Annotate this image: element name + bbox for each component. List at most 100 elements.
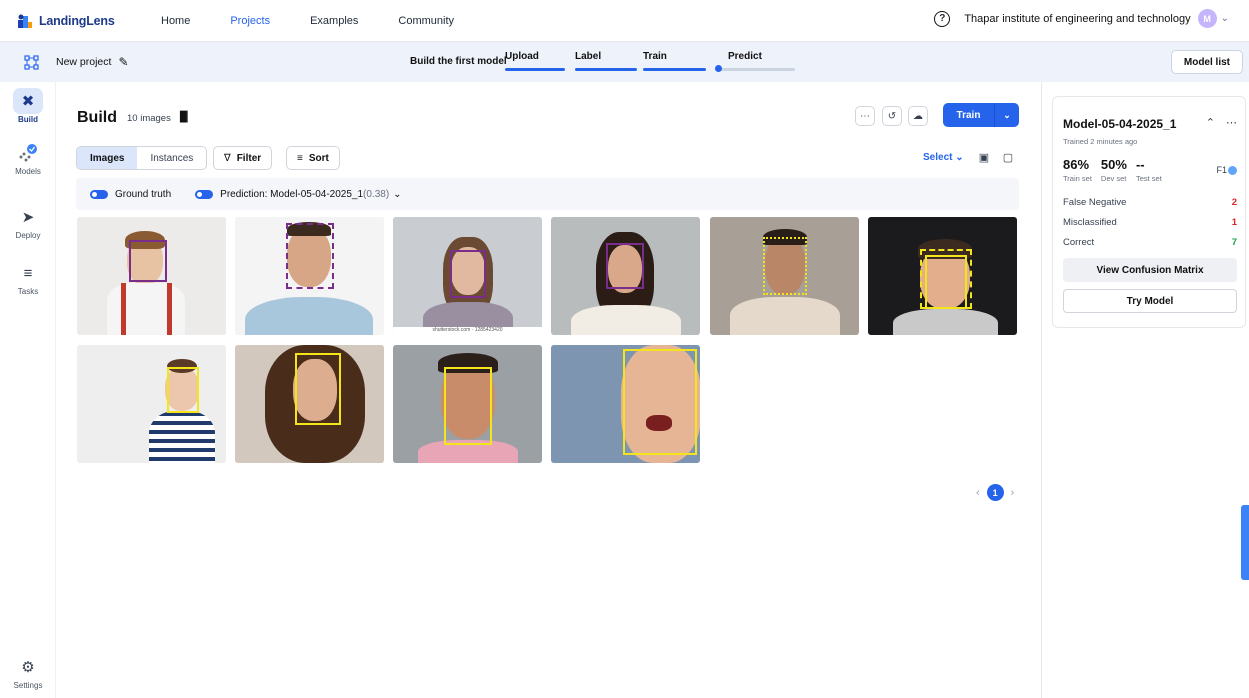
models-icon xyxy=(13,140,43,166)
tab-instances[interactable]: Instances xyxy=(137,147,206,169)
model-list-button[interactable]: Model list xyxy=(1170,50,1243,74)
step-upload-progress xyxy=(505,68,565,71)
current-step-dot xyxy=(715,65,722,72)
nav-home[interactable]: Home xyxy=(161,15,190,27)
sidebar-item-label: Tasks xyxy=(17,287,39,296)
chevron-right-icon[interactable]: › xyxy=(1011,487,1015,499)
sidebar-item-models[interactable]: Models xyxy=(0,140,56,176)
prediction-box xyxy=(167,367,199,413)
chevron-left-icon[interactable]: ‹ xyxy=(976,487,980,499)
model-name[interactable]: Model-05-04-2025_1 xyxy=(1063,117,1176,131)
info-icon[interactable] xyxy=(1228,165,1237,175)
logo-text: LandingLens xyxy=(39,13,115,28)
tab-images[interactable]: Images xyxy=(77,147,138,169)
more-options-icon[interactable]: ⋯ xyxy=(1226,117,1237,129)
tools-icon: ✖ xyxy=(13,88,43,114)
filter-button[interactable]: ∇ Filter xyxy=(213,146,273,170)
trained-time: Trained 2 minutes ago xyxy=(1063,137,1138,146)
rocket-icon: ➤ xyxy=(21,209,35,226)
logo[interactable]: LandingLens xyxy=(16,12,126,30)
toggle-switch[interactable] xyxy=(90,189,108,199)
stat-correct[interactable]: Correct 7 xyxy=(1063,237,1237,248)
page-title: Build xyxy=(77,109,117,126)
image-thumbnail[interactable] xyxy=(710,217,859,335)
step-upload[interactable]: Upload xyxy=(505,51,539,62)
nav-projects[interactable]: Projects xyxy=(230,15,270,27)
watermark-caption: shutterstock.com · 1285423420 xyxy=(393,327,542,335)
sidebar-item-deploy[interactable]: ➤ Deploy xyxy=(0,204,56,240)
more-options-button[interactable]: ⋯ xyxy=(855,106,875,126)
edit-pencil-icon[interactable]: ✎ xyxy=(118,55,128,69)
try-model-button[interactable]: Try Model xyxy=(1063,289,1237,313)
expand-icon[interactable]: ▢ xyxy=(1000,149,1016,165)
chevron-down-icon[interactable]: ⌄ xyxy=(393,189,401,200)
sort-button[interactable]: ≡ Sort xyxy=(286,146,340,170)
image-thumbnail[interactable] xyxy=(77,217,226,335)
image-thumbnail[interactable] xyxy=(235,345,384,463)
nav-community[interactable]: Community xyxy=(398,15,454,27)
nav-examples[interactable]: Examples xyxy=(310,15,358,27)
step-predict-progress xyxy=(715,68,795,71)
project-icon[interactable] xyxy=(24,54,39,70)
train-button-label: Train xyxy=(956,109,981,121)
prediction-toggle[interactable]: Prediction: Model-05-04-2025_1 (0.38) ⌄ xyxy=(195,189,402,200)
train-button[interactable]: Train ⌄ xyxy=(943,103,1019,127)
step-label-progress xyxy=(575,68,637,71)
toggle-switch[interactable] xyxy=(195,189,214,199)
image-thumbnail[interactable] xyxy=(551,217,700,335)
image-thumbnail[interactable] xyxy=(393,345,542,463)
prediction-box xyxy=(623,349,697,455)
tasks-icon: ≡ xyxy=(23,264,33,282)
landinglens-logo-icon xyxy=(18,14,32,28)
chevron-up-icon[interactable]: ⌃ xyxy=(1206,117,1215,129)
sidebar-item-label: Build xyxy=(18,115,38,124)
ground-truth-toggle[interactable]: Ground truth xyxy=(90,189,171,200)
image-thumbnail[interactable] xyxy=(868,217,1017,335)
help-icon[interactable]: ? xyxy=(934,10,951,27)
focus-icon[interactable]: ▣ xyxy=(976,149,992,165)
build-main: Build 10 images ▉▏ ⋯ ↺ ☁ Train ⌄ Images … xyxy=(56,82,1041,698)
image-thumbnail[interactable]: shutterstock.com · 1285423420 xyxy=(393,217,542,335)
stat-misclassified[interactable]: Misclassified 1 xyxy=(1063,217,1237,228)
pagination: ‹ 1 › xyxy=(976,484,1014,501)
step-predict[interactable]: Predict xyxy=(728,51,762,62)
metric-train: 86% Train set xyxy=(1063,157,1092,183)
ground-truth-box xyxy=(925,255,967,309)
sidebar-item-settings[interactable]: ⚙ Settings xyxy=(0,654,56,690)
step-train[interactable]: Train xyxy=(643,51,667,62)
sort-icon: ≡ xyxy=(297,152,303,164)
model-panel: Model-05-04-2025_1 ⌃ ⋯ Trained 2 minutes… xyxy=(1041,82,1249,698)
page-button[interactable]: 1 xyxy=(986,484,1004,501)
history-icon[interactable]: ↺ xyxy=(882,106,902,126)
gear-icon: ⚙ xyxy=(21,659,35,676)
ground-truth-box xyxy=(606,243,644,289)
metric-type[interactable]: F1 xyxy=(1216,165,1237,175)
sidebar-item-label: Models xyxy=(15,167,41,176)
step-train-progress xyxy=(643,68,706,71)
avatar[interactable]: M xyxy=(1197,9,1217,28)
filter-icon: ∇ xyxy=(224,152,231,164)
select-dropdown[interactable]: Select ⌄ xyxy=(923,152,964,163)
sidebar-item-tasks[interactable]: ≡ Tasks xyxy=(0,260,56,297)
image-thumbnail[interactable] xyxy=(235,217,384,335)
feedback-tab[interactable] xyxy=(1241,505,1249,580)
ground-truth-box xyxy=(129,240,167,282)
stat-false-negative[interactable]: False Negative 2 xyxy=(1063,197,1237,208)
chevron-down-icon[interactable]: ⌄ xyxy=(995,110,1019,121)
project-bar: New project ✎ Build the first model Uplo… xyxy=(0,42,1249,82)
steps-label: Build the first model xyxy=(410,56,507,67)
sidebar-item-label: Settings xyxy=(13,681,43,690)
bar-chart-icon[interactable]: ▉▏ xyxy=(180,112,194,123)
image-thumbnail[interactable] xyxy=(77,345,226,463)
cloud-upload-icon[interactable]: ☁ xyxy=(908,106,928,126)
organization-name[interactable]: Thapar institute of engineering and tech… xyxy=(964,13,1190,25)
chevron-down-icon[interactable]: ⌄ xyxy=(1221,13,1229,24)
image-thumbnail[interactable] xyxy=(551,345,700,463)
project-name[interactable]: New project xyxy=(56,56,111,68)
view-confusion-matrix-button[interactable]: View Confusion Matrix xyxy=(1063,258,1237,282)
step-label[interactable]: Label xyxy=(575,51,601,62)
sidebar-item-label: Deploy xyxy=(15,231,41,240)
ground-truth-box xyxy=(450,250,486,298)
ground-truth-box xyxy=(286,223,334,289)
sidebar-item-build[interactable]: ✖ Build xyxy=(0,88,56,124)
